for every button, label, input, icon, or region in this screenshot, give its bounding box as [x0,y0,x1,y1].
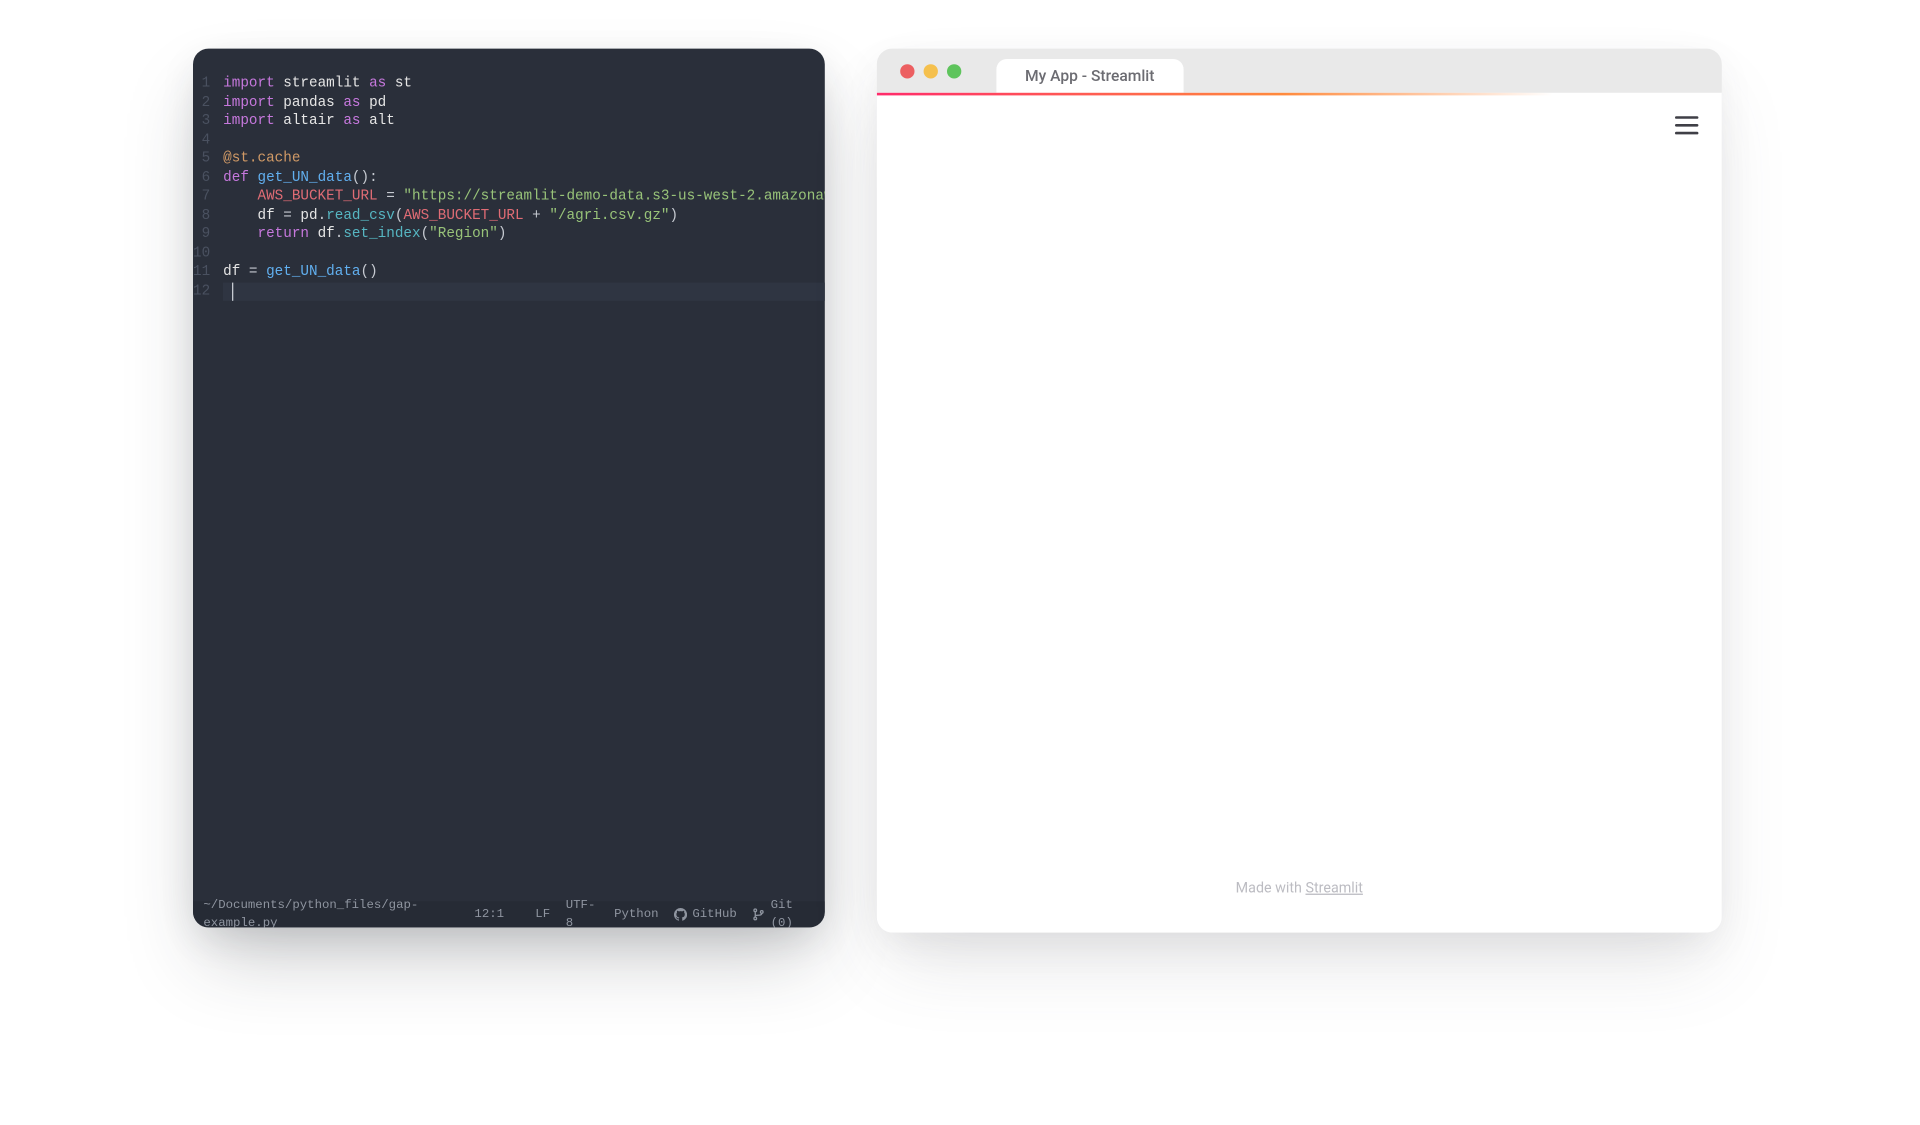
code-line[interactable] [223,282,825,301]
browser-tab[interactable]: My App - Streamlit [996,59,1183,93]
line-number: 9 [193,225,210,244]
line-number: 7 [193,188,210,207]
editor-status-bar: ~/Documents/python_files/gap-example.py … [193,901,825,927]
browser-chrome: My App - Streamlit [877,49,1722,93]
hamburger-menu-icon[interactable] [1675,116,1698,134]
browser-tab-title: My App - Streamlit [1025,67,1154,85]
maximize-window-icon[interactable] [947,64,961,78]
line-number: 1 [193,75,210,94]
app-viewport: Made with Streamlit [877,93,1722,933]
code-line[interactable]: import streamlit as st [223,75,825,94]
code-line[interactable]: AWS_BUCKET_URL = "https://streamlit-demo… [223,188,825,207]
footer-prefix: Made with [1236,879,1306,896]
line-number: 6 [193,169,210,188]
line-number: 11 [193,263,210,282]
code-line[interactable]: df = get_UN_data() [223,263,825,282]
code-line[interactable]: def get_UN_data(): [223,169,825,188]
browser-window: My App - Streamlit Made with Streamlit [877,49,1722,933]
line-number: 4 [193,131,210,150]
status-github[interactable]: GitHub [674,905,737,924]
line-number: 3 [193,112,210,131]
line-number-gutter: 123456789101112 [193,75,223,902]
line-number: 12 [193,282,210,301]
line-number: 5 [193,150,210,169]
status-language[interactable]: Python [614,905,658,924]
code-editor-body[interactable]: 123456789101112 import streamlit as stim… [193,49,825,902]
git-branch-icon [752,908,765,921]
code-editor-window: 123456789101112 import streamlit as stim… [193,49,825,928]
close-window-icon[interactable] [900,64,914,78]
line-number: 8 [193,207,210,226]
code-area[interactable]: import streamlit as stimport pandas as p… [223,75,825,902]
code-line[interactable]: import altair as alt [223,112,825,131]
status-github-label: GitHub [692,905,736,924]
window-controls [900,64,961,78]
status-line-ending[interactable]: LF [535,905,550,924]
code-line[interactable]: import pandas as pd [223,93,825,112]
code-line[interactable]: return df.set_index("Region") [223,225,825,244]
status-cursor-position: 12:1 [474,905,504,924]
footer-streamlit-link[interactable]: Streamlit [1305,879,1362,896]
code-line[interactable]: @st.cache [223,150,825,169]
code-line[interactable] [223,131,825,150]
code-line[interactable] [223,244,825,263]
code-line[interactable]: df = pd.read_csv(AWS_BUCKET_URL + "/agri… [223,207,825,226]
loading-progress-bar [877,93,1553,96]
line-number: 10 [193,244,210,263]
minimize-window-icon[interactable] [924,64,938,78]
footer-attribution: Made with Streamlit [877,879,1722,896]
github-icon [674,908,687,921]
line-number: 2 [193,93,210,112]
